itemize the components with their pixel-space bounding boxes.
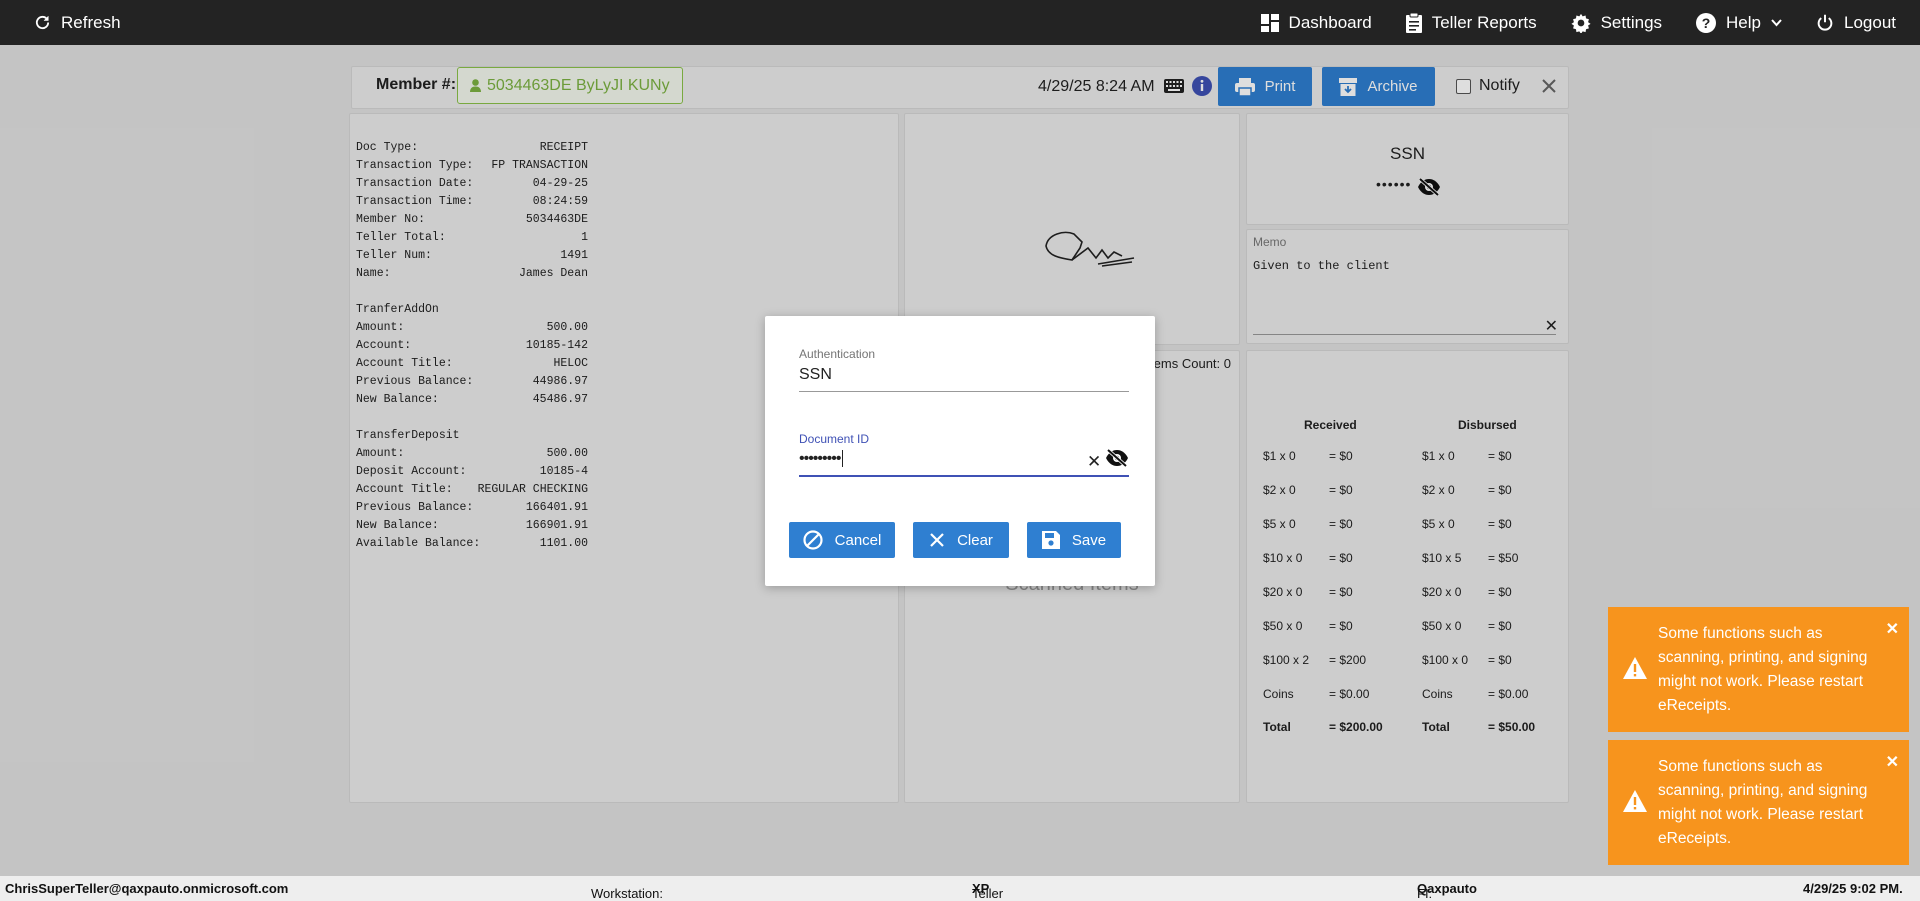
clear-button[interactable]: Clear (913, 522, 1009, 558)
power-icon (1817, 14, 1833, 31)
footer-datetime: 4/29/25 9:02 PM. (1803, 881, 1903, 896)
document-id-input[interactable]: •••••••••​ (799, 450, 844, 468)
document-id-value: ••••••••• (799, 450, 841, 467)
close-icon (930, 533, 944, 547)
nav-help-label: Help (1726, 12, 1761, 32)
clipboard-icon (1405, 12, 1422, 33)
svg-text:?: ? (1702, 15, 1711, 31)
footer-user: ChrisSuperTeller@qaxpauto.onmicrosoft.co… (5, 881, 289, 896)
cancel-button[interactable]: Cancel (789, 522, 895, 558)
nav-logout-label: Logout (1844, 12, 1896, 32)
toast-message: Some functions such as scanning, printin… (1658, 625, 1868, 714)
text-cursor: ​ (842, 450, 844, 467)
nav-teller-reports[interactable]: Teller Reports (1405, 12, 1537, 33)
footer-fi: FI: Qaxpauto (1417, 881, 1477, 901)
footer-fi-label: FI: (1417, 886, 1433, 901)
authentication-select[interactable]: SSN (799, 366, 832, 384)
refresh-label: Refresh (61, 12, 121, 32)
toast-close-icon[interactable]: ✕ (1886, 619, 1899, 639)
ban-icon (803, 530, 823, 550)
footer-workstation-label: Workstation: (591, 886, 664, 901)
warning-toast: Some functions such as scanning, printin… (1608, 740, 1909, 865)
warning-icon (1623, 790, 1647, 812)
nav-teller-reports-label: Teller Reports (1431, 12, 1537, 32)
toast-close-icon[interactable]: ✕ (1886, 752, 1899, 772)
gear-icon (1571, 13, 1591, 33)
nav-settings-label: Settings (1600, 12, 1663, 32)
warning-toast: Some functions such as scanning, printin… (1608, 607, 1909, 732)
nav-settings[interactable]: Settings (1571, 13, 1662, 33)
dashboard-icon (1260, 13, 1279, 32)
document-id-label: Document ID (799, 432, 870, 446)
document-id-underline (799, 475, 1129, 477)
nav-logout[interactable]: Logout (1816, 13, 1896, 33)
eye-slash-icon[interactable] (1105, 449, 1129, 467)
toast-message: Some functions such as scanning, printin… (1658, 758, 1868, 847)
nav-dashboard[interactable]: Dashboard (1260, 12, 1372, 33)
refresh-button[interactable]: Refresh (34, 13, 121, 33)
document-id-clear-icon[interactable]: ✕ (1087, 452, 1101, 472)
clear-label: Clear (957, 531, 993, 549)
authentication-label: Authentication (799, 347, 876, 361)
authentication-dialog: Authentication SSN Document ID •••••••••… (765, 316, 1155, 586)
authentication-underline (799, 391, 1129, 392)
nav-help[interactable]: ? Help (1696, 12, 1782, 33)
floppy-disk-icon (1041, 531, 1060, 549)
footer-platform-label: Teller Platform: (972, 886, 1004, 901)
refresh-icon (35, 15, 50, 30)
status-footer: ChrisSuperTeller@qaxpauto.onmicrosoft.co… (0, 876, 1920, 901)
save-button[interactable]: Save (1027, 522, 1121, 558)
save-label: Save (1071, 531, 1107, 549)
cancel-label: Cancel (834, 531, 882, 549)
top-bar: Refresh Dashboard Teller Reports Setting… (0, 0, 1920, 45)
footer-platform: Teller Platform: XP (972, 881, 1003, 901)
warning-icon (1623, 657, 1647, 679)
chevron-down-icon (1771, 18, 1782, 26)
help-icon: ? (1696, 12, 1717, 33)
nav-dashboard-label: Dashboard (1288, 12, 1372, 32)
top-nav: Dashboard Teller Reports Settings ? Help… (1260, 0, 1896, 45)
